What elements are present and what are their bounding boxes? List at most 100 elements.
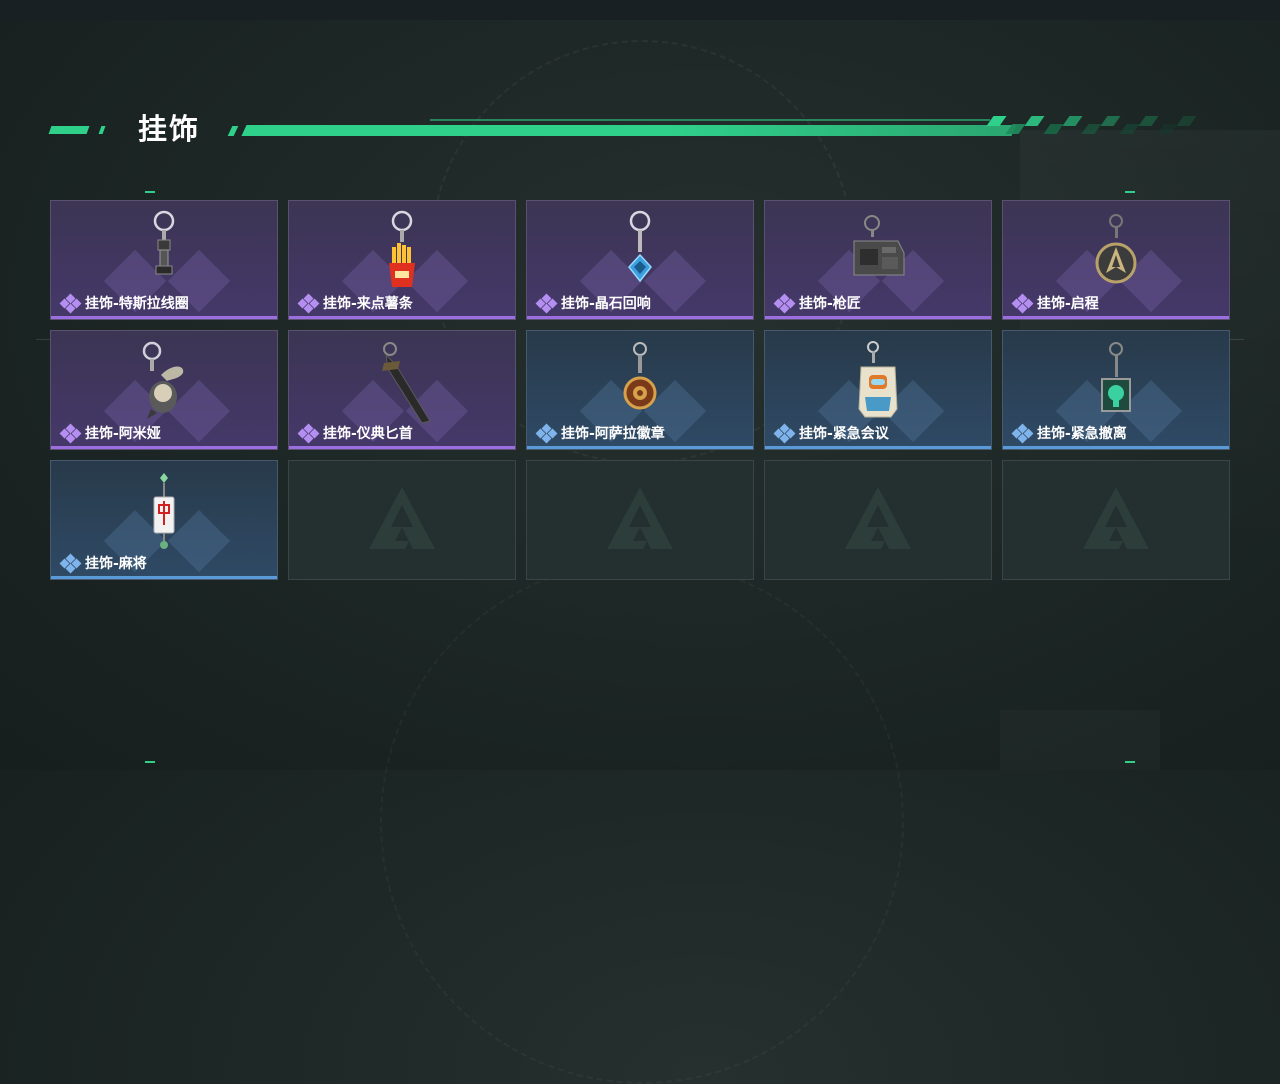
game-logo-icon [603, 481, 677, 559]
badge-charm-icon [622, 339, 658, 425]
game-logo-icon [365, 481, 439, 559]
checker-block [1024, 116, 1045, 126]
charm-card[interactable]: 挂饰-紧急撤离 [1002, 330, 1230, 450]
side-line [36, 339, 50, 340]
checker-block [1043, 124, 1064, 134]
charm-name: 挂饰-启程 [1037, 296, 1099, 312]
charm-name: 挂饰-紧急撤离 [1037, 426, 1127, 442]
charm-label: 挂饰-来点薯条 [297, 293, 413, 314]
mahjong-charm-icon [150, 469, 178, 557]
section-title: 挂饰 [138, 112, 201, 146]
charm-name: 挂饰-紧急会议 [799, 426, 889, 442]
charm-name: 挂饰-阿萨拉徽章 [561, 426, 665, 442]
header-thin-line [430, 119, 990, 121]
charm-label: 挂饰-启程 [1011, 293, 1099, 314]
rarity-diamond-icon [773, 423, 796, 444]
dagger-charm-icon [370, 339, 434, 429]
rarity-underline [51, 576, 277, 579]
charm-grid: 挂饰-特斯拉线圈 挂饰-来点薯条 挂饰-晶石回响 挂饰-枪匠 挂饰-启程 挂饰-… [50, 200, 1230, 580]
checker-block [986, 116, 1007, 126]
rarity-diamond-icon [535, 423, 558, 444]
charm-label: 挂饰-枪匠 [773, 293, 861, 314]
charm-label: 挂饰-晶石回响 [535, 293, 651, 314]
rarity-diamond-icon [297, 423, 320, 444]
charm-name: 挂饰-麻将 [85, 556, 147, 572]
charm-card[interactable]: 挂饰-枪匠 [764, 200, 992, 320]
corner-tick [1125, 761, 1135, 763]
charm-card[interactable]: 挂饰-来点薯条 [288, 200, 516, 320]
corner-tick [145, 191, 155, 193]
game-logo-icon [1079, 481, 1153, 559]
rarity-diamond-icon [1011, 423, 1034, 444]
header-bar [241, 125, 1017, 136]
evac-charm-icon [1096, 339, 1136, 425]
empty-slot [288, 460, 516, 580]
empty-slot [526, 460, 754, 580]
empty-slot [1002, 460, 1230, 580]
header-dash [48, 126, 90, 134]
corner-tick [1125, 191, 1135, 193]
rarity-diamond-icon [1011, 293, 1034, 314]
gunsmith-charm-icon [848, 209, 908, 291]
compass-charm-icon [1094, 209, 1138, 293]
tesla-coil-charm-icon [149, 209, 179, 293]
side-line [1230, 339, 1244, 340]
amiya-charm-icon [139, 339, 189, 425]
rarity-underline [289, 446, 515, 449]
game-logo-icon [841, 481, 915, 559]
charm-name: 挂饰-晶石回响 [561, 296, 651, 312]
rarity-underline [51, 446, 277, 449]
charm-card[interactable]: 挂饰-晶石回响 [526, 200, 754, 320]
background-arc [380, 560, 904, 1084]
empty-slot [764, 460, 992, 580]
checker-block [1100, 116, 1121, 126]
charm-label: 挂饰-仪典匕首 [297, 423, 413, 444]
checker-block [1176, 116, 1197, 126]
rarity-diamond-icon [59, 293, 82, 314]
charm-name: 挂饰-枪匠 [799, 296, 861, 312]
charm-card[interactable]: 挂饰-启程 [1002, 200, 1230, 320]
checker-block [1138, 116, 1159, 126]
header-dash [98, 126, 106, 134]
checker-block [1062, 116, 1083, 126]
charm-label: 挂饰-紧急撤离 [1011, 423, 1127, 444]
rarity-diamond-icon [59, 553, 82, 574]
charm-card[interactable]: 挂饰-麻将 [50, 460, 278, 580]
checker-block [1119, 124, 1140, 134]
charm-card[interactable]: 挂饰-阿萨拉徽章 [526, 330, 754, 450]
checker-block [1005, 124, 1026, 134]
checker-block [1157, 124, 1178, 134]
charm-label: 挂饰-麻将 [59, 553, 147, 574]
charm-card[interactable]: 挂饰-特斯拉线圈 [50, 200, 278, 320]
rarity-diamond-icon [59, 423, 82, 444]
rarity-underline [289, 316, 515, 319]
corner-tick [145, 761, 155, 763]
rarity-underline [51, 316, 277, 319]
header-checker-pattern [986, 116, 1200, 136]
charm-label: 挂饰-特斯拉线圈 [59, 293, 189, 314]
rarity-diamond-icon [773, 293, 796, 314]
charm-label: 挂饰-阿米娅 [59, 423, 161, 444]
charm-card[interactable]: 挂饰-阿米娅 [50, 330, 278, 450]
charm-name: 挂饰-特斯拉线圈 [85, 296, 189, 312]
charm-name: 挂饰-阿米娅 [85, 426, 161, 442]
charm-name: 挂饰-来点薯条 [323, 296, 413, 312]
charm-label: 挂饰-紧急会议 [773, 423, 889, 444]
rarity-underline [1003, 316, 1229, 319]
rarity-underline [765, 316, 991, 319]
checker-block [1081, 124, 1102, 134]
charm-name: 挂饰-仪典匕首 [323, 426, 413, 442]
header-bar-small [227, 126, 239, 136]
fries-charm-icon [385, 209, 419, 295]
charm-card[interactable]: 挂饰-紧急会议 [764, 330, 992, 450]
charm-label: 挂饰-阿萨拉徽章 [535, 423, 665, 444]
rarity-underline [527, 316, 753, 319]
rarity-underline [1003, 446, 1229, 449]
rarity-underline [765, 446, 991, 449]
crystal-charm-icon [625, 209, 655, 293]
rarity-underline [527, 446, 753, 449]
charm-card[interactable]: 挂饰-仪典匕首 [288, 330, 516, 450]
top-bar [0, 0, 1280, 20]
rarity-diamond-icon [297, 293, 320, 314]
rarity-diamond-icon [535, 293, 558, 314]
